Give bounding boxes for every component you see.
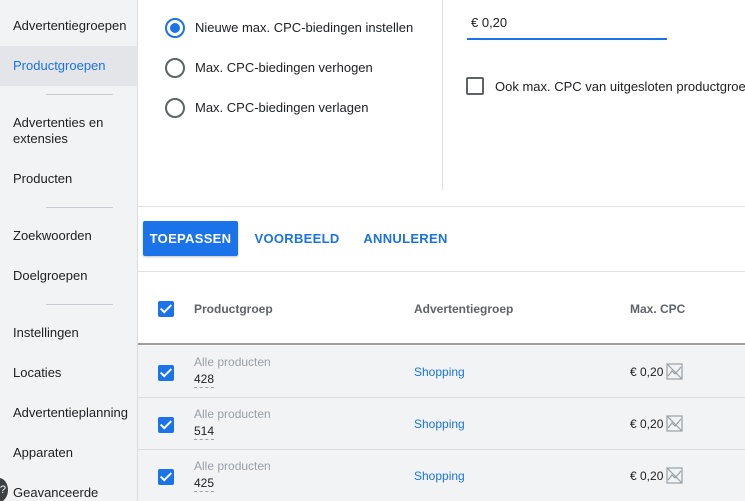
sidebar-item-doelgroepen[interactable]: Doelgroepen [13,268,135,284]
table-row: Alle producten 425 Shopping € 0,20 [138,450,745,501]
ad-group-link[interactable]: Shopping [414,417,465,431]
bid-simulator-chart-icon[interactable] [666,363,683,380]
apply-button[interactable]: TOEPASSEN [143,221,238,256]
radio-increase-bid[interactable] [165,58,185,78]
main-content: Nieuwe max. CPC-biedingen instellen Max.… [138,0,745,501]
table-row: Alle producten 428 Shopping € 0,20 [138,346,745,398]
radio-set-new-bid[interactable] [165,18,185,38]
row-checkbox[interactable] [158,365,174,381]
radio-label-increase-bid[interactable]: Max. CPC-biedingen verhogen [195,60,373,76]
sidebar-item-instellingen[interactable]: Instellingen [13,325,135,341]
sidebar-item-advertentieplanning[interactable]: Advertentieplanning [13,405,135,421]
select-all-checkbox[interactable] [158,301,174,317]
sidebar-nav: Advertentiegroepen Productgroepen Advert… [0,0,138,501]
sidebar-divider [46,304,113,305]
radio-label-set-new-bid[interactable]: Nieuwe max. CPC-biedingen instellen [195,20,413,36]
cancel-button[interactable]: ANNULEREN [357,221,454,256]
product-group-id[interactable]: 425 [194,476,215,492]
row-checkbox[interactable] [158,417,174,433]
product-group-id[interactable]: 514 [194,424,215,440]
column-header-max-cpc[interactable]: Max. CPC [630,302,685,316]
radio-label-decrease-bid[interactable]: Max. CPC-biedingen verlagen [195,100,368,116]
product-group-label: Alle producten [194,355,271,369]
sidebar-item-advertenties-en-extensies[interactable]: Advertenties en extensies [13,115,135,147]
sidebar-item-apparaten[interactable]: Apparaten [13,445,135,461]
sidebar-divider [46,207,113,208]
max-cpc-value: € 0,20 [630,417,664,431]
sidebar-item-locaties[interactable]: Locaties [13,365,135,381]
bid-simulator-chart-icon[interactable] [666,415,683,432]
sidebar-divider [46,94,113,95]
sidebar-item-geavanceerde[interactable]: Geavanceerde [13,485,135,501]
radio-decrease-bid[interactable] [165,98,185,118]
product-group-label: Alle producten [194,459,271,473]
max-cpc-value: € 0,20 [630,365,664,379]
table-header: Productgroep Advertentiegroep Max. CPC [138,271,745,345]
help-icon[interactable]: ? [0,478,8,501]
section-divider [138,206,745,207]
sidebar-item-zoekwoorden[interactable]: Zoekwoorden [13,228,135,244]
table-row: Alle producten 514 Shopping € 0,20 [138,398,745,450]
max-cpc-amount-input[interactable] [467,10,667,40]
column-header-productgroep[interactable]: Productgroep [194,302,273,316]
include-excluded-label[interactable]: Ook max. CPC van uitgesloten productgroe… [495,79,745,94]
include-excluded-checkbox[interactable] [466,77,484,95]
panel-divider [442,0,443,190]
sidebar-item-advertentiegroepen[interactable]: Advertentiegroepen [13,18,135,34]
ad-group-link[interactable]: Shopping [414,469,465,483]
ad-group-link[interactable]: Shopping [414,365,465,379]
preview-button[interactable]: VOORBEELD [250,221,344,256]
sidebar-item-productgroepen[interactable]: Productgroepen [13,58,135,74]
max-cpc-value: € 0,20 [630,469,664,483]
product-group-label: Alle producten [194,407,271,421]
sidebar-item-producten[interactable]: Producten [13,171,135,187]
row-checkbox[interactable] [158,469,174,485]
column-header-advertentiegroep[interactable]: Advertentiegroep [414,302,513,316]
bid-simulator-chart-icon[interactable] [666,467,683,484]
product-group-id[interactable]: 428 [194,372,215,388]
